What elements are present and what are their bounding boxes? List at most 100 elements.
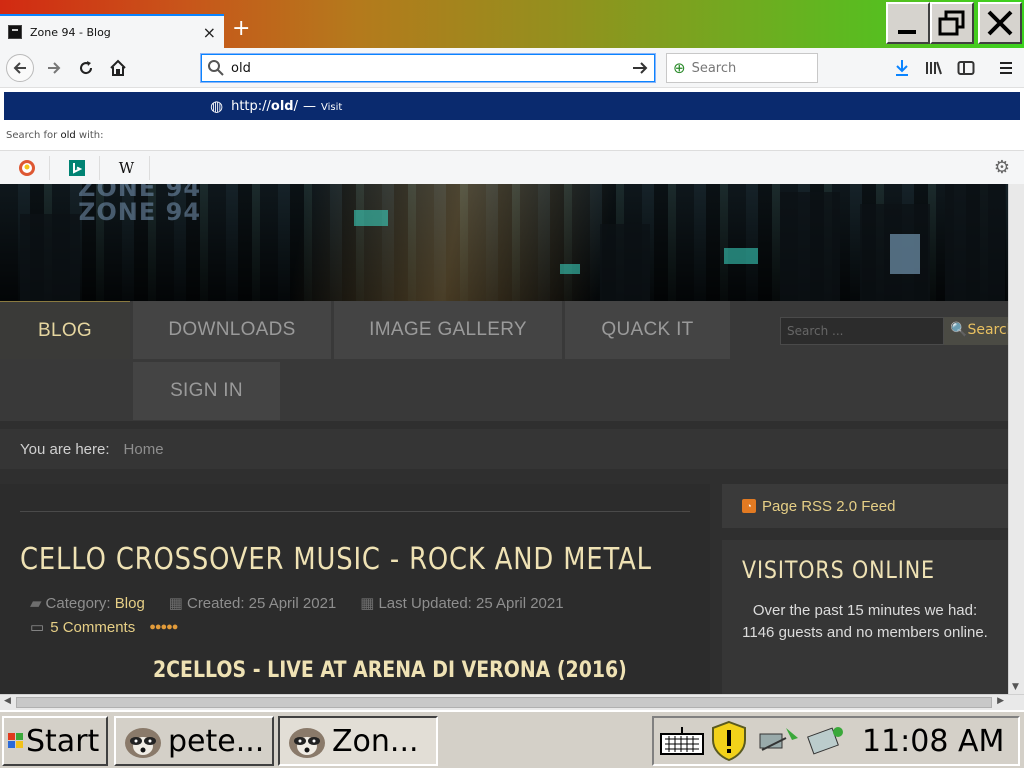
article-title[interactable]: CELLO CROSSOVER MUSIC - ROCK AND METAL xyxy=(20,542,652,577)
home-button[interactable] xyxy=(104,54,132,82)
new-tab-button[interactable]: + xyxy=(232,18,250,40)
restore-button[interactable] xyxy=(930,2,974,44)
close-window-button[interactable] xyxy=(978,2,1022,44)
wikipedia-engine-button[interactable]: W xyxy=(104,156,150,180)
site-banner-image: ZONE 94 ZONE 94 xyxy=(0,184,1008,301)
search-settings-gear-icon[interactable]: ⚙ xyxy=(994,157,1010,178)
back-button[interactable] xyxy=(6,54,34,82)
duckduckgo-engine-button[interactable] xyxy=(4,156,50,180)
library-icon xyxy=(926,61,942,75)
folder-icon: ▰ xyxy=(30,595,42,612)
breadcrumb-home: Home xyxy=(123,440,164,458)
navigation-toolbar: old ⊕ Search xyxy=(0,48,1024,88)
horizontal-scrollbar[interactable]: ◀ ▶ xyxy=(0,694,1024,710)
site-search-button[interactable]: 🔍Search xyxy=(944,317,1008,345)
tab-strip: Zone 94 - Blog × + xyxy=(0,0,1024,48)
visitors-text: Over the past 15 minutes we had: 1146 gu… xyxy=(742,602,988,641)
site-favicon-icon xyxy=(8,25,22,39)
globe-icon: ◍ xyxy=(210,97,224,115)
menu-item-sign-in[interactable]: SIGN IN xyxy=(133,362,280,420)
vertical-scrollbar[interactable]: ▼ xyxy=(1008,184,1024,694)
tab-zone94-blog[interactable]: Zone 94 - Blog × xyxy=(0,14,224,48)
rss-label: Page RSS 2.0 Feed xyxy=(762,497,896,515)
url-input-value[interactable]: old xyxy=(231,61,631,76)
article-subtitle: 2CELLOS - LIVE AT ARENA DI VERONA (2016) xyxy=(153,658,627,683)
back-arrow-icon xyxy=(13,62,26,74)
comments-link[interactable]: ▭ 5 Comments ●●●●● xyxy=(30,618,178,637)
task-button-zone[interactable]: Zon... xyxy=(278,716,438,766)
go-arrow-icon[interactable] xyxy=(631,60,649,76)
scroll-right-icon[interactable]: ▶ xyxy=(997,696,1004,706)
reload-button[interactable] xyxy=(72,54,100,82)
hamburger-menu-icon xyxy=(1000,62,1012,74)
windows-logo-icon xyxy=(8,733,23,748)
rss-feed-link[interactable]: ◔ Page RSS 2.0 Feed xyxy=(722,484,1008,528)
raccoon-icon xyxy=(125,728,161,758)
menu-item-image-gallery[interactable]: IMAGE GALLERY xyxy=(334,301,562,359)
downloads-button[interactable] xyxy=(890,56,914,80)
task-label-pete: pete... xyxy=(168,723,265,759)
calendar-icon: ▦ xyxy=(168,595,183,612)
suggestion-separator: — xyxy=(303,98,317,114)
download-icon xyxy=(896,60,908,76)
visitors-title: VISITORS ONLINE xyxy=(742,556,935,584)
search-icon xyxy=(208,60,224,76)
menu-item-downloads[interactable]: DOWNLOADS xyxy=(133,301,331,359)
rating-stars: ●●●●● xyxy=(149,621,178,633)
tab-title: Zone 94 - Blog xyxy=(30,25,111,39)
suggestion-url: http://old/ xyxy=(231,98,299,114)
web-search-placeholder: Search xyxy=(691,60,737,76)
security-shield-icon[interactable] xyxy=(710,720,748,762)
visitors-online-module: VISITORS ONLINE Over the past 15 minutes… xyxy=(722,540,1008,694)
close-icon xyxy=(987,10,1013,36)
device-icon[interactable] xyxy=(804,724,848,758)
bing-engine-button[interactable] xyxy=(54,156,100,180)
restore-icon xyxy=(938,10,965,36)
site-logo[interactable]: ZONE 94 ZONE 94 xyxy=(78,184,201,224)
taskbar: Start pete... Zon... 11:08 AM xyxy=(0,710,1024,768)
tab-close-icon[interactable]: × xyxy=(203,23,216,42)
forward-arrow-icon xyxy=(48,62,61,74)
article-updated: ▦ Last Updated: 25 April 2021 xyxy=(360,595,564,612)
site-search-input[interactable]: Search ... xyxy=(780,317,944,345)
clock[interactable]: 11:08 AM xyxy=(862,724,1004,759)
scroll-down-icon[interactable]: ▼ xyxy=(1012,682,1019,692)
divider xyxy=(20,511,690,512)
minimize-icon xyxy=(898,30,916,34)
raccoon-icon xyxy=(289,728,325,758)
sidebar-button[interactable] xyxy=(954,56,978,80)
task-label-zone: Zon... xyxy=(332,723,419,759)
article-category: ▰ Category: Blog xyxy=(30,595,145,612)
wikipedia-icon: W xyxy=(118,159,135,177)
menu-button[interactable] xyxy=(994,56,1018,80)
main-menu: BLOG DOWNLOADS IMAGE GALLERY QUACK IT SI… xyxy=(0,301,1008,421)
sidebar: ◔ Page RSS 2.0 Feed VISITORS ONLINE Over… xyxy=(722,484,1008,694)
library-button[interactable] xyxy=(922,56,946,80)
task-button-pete[interactable]: pete... xyxy=(114,716,274,766)
breadcrumb-label: You are here: xyxy=(20,440,110,458)
menu-item-quack-it[interactable]: QUACK IT xyxy=(565,301,730,359)
start-button[interactable]: Start xyxy=(2,716,108,766)
url-bar[interactable]: old xyxy=(200,53,656,83)
scroll-left-icon[interactable]: ◀ xyxy=(4,696,11,706)
category-link[interactable]: Blog xyxy=(115,595,145,612)
bing-icon xyxy=(68,160,85,176)
calendar-icon: ▦ xyxy=(360,595,375,612)
rss-icon: ◔ xyxy=(742,499,756,513)
web-search-box[interactable]: ⊕ Search xyxy=(666,53,818,83)
minimize-button[interactable] xyxy=(886,2,930,44)
search-engine-bar: W ⚙ xyxy=(0,150,1024,184)
network-icon[interactable] xyxy=(758,724,802,758)
article-created: ▦ Created: 25 April 2021 xyxy=(168,595,337,612)
home-icon xyxy=(110,59,126,76)
billboard-face-image xyxy=(890,234,920,274)
keyboard-icon[interactable] xyxy=(660,726,704,756)
article-meta: ▰ Category: Blog ▦ Created: 25 April 2021 … xyxy=(30,594,580,612)
suggestion-visit-row[interactable]: ◍ http://old/ — Visit xyxy=(4,92,1020,120)
web-page: ZONE 94 ZONE 94 BLOG DOWNLOADS IMAGE GALL… xyxy=(0,184,1008,694)
comment-icon: ▭ xyxy=(30,619,45,636)
forward-button[interactable] xyxy=(40,54,68,82)
sidebar-icon xyxy=(957,61,975,75)
menu-item-blog[interactable]: BLOG xyxy=(0,301,130,359)
horizontal-scroll-thumb[interactable] xyxy=(16,697,992,708)
